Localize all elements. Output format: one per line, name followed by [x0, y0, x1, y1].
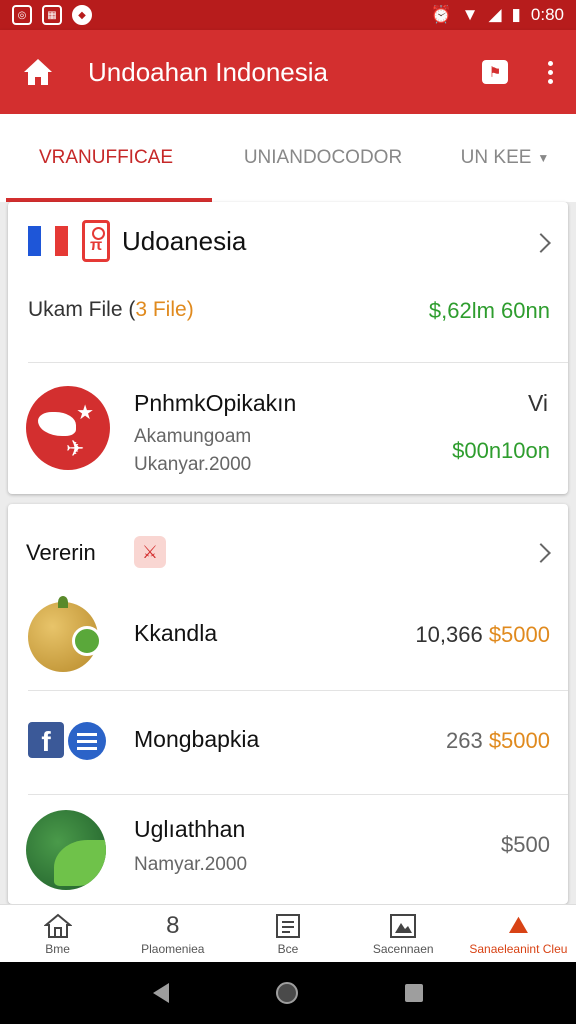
- item-values: 263 $5000: [445, 728, 550, 753]
- document-icon: [68, 722, 106, 760]
- nav-numbers[interactable]: 8 Plaomeniea: [115, 905, 230, 962]
- app-bar: Undoahan Indonesia ⚑: [0, 30, 576, 114]
- nav-hiking[interactable]: ⛰ Sanaeleanint Cleu: [461, 905, 576, 962]
- home-icon: [24, 59, 52, 85]
- item-subtitle: Akamungoam: [134, 426, 252, 447]
- more-options-button[interactable]: [544, 60, 556, 84]
- flag-icon: [28, 226, 68, 256]
- bottom-navigation: Bme 8 Plaomeniea Bce Sacennaen ⛰ Sanaele…: [0, 904, 576, 962]
- status-bar: ◎ ▦ ◆ ⏰ ▼ ◢ ▮ 0:80: [0, 0, 576, 30]
- wifi-icon: ▼: [461, 5, 479, 24]
- fruit-icon: [28, 596, 102, 672]
- item-name: PnhmkOpikakın: [134, 390, 297, 416]
- tab-unkee[interactable]: UN KEE ▼: [434, 114, 576, 202]
- chevron-right-icon: [531, 233, 551, 253]
- file-label: Ukam File (3 File): [28, 298, 194, 321]
- signal-icon: ◢: [488, 5, 502, 24]
- list-card-header[interactable]: Vererin ⚔: [8, 504, 568, 594]
- tag-icon: [82, 220, 110, 262]
- summary-title: Udoanesia: [122, 226, 247, 256]
- messenger-icon: ◆: [72, 5, 92, 25]
- list-item[interactable]: Uglıathhan Namyar.2000 $500: [8, 794, 568, 898]
- social-icons: f: [28, 722, 106, 760]
- globe-leaf-icon: [26, 810, 106, 890]
- tab-bar: VRANUFFICAE UNIANDOCODOR UN KEE ▼: [0, 114, 576, 202]
- page-title: Undoahan Indonesia: [88, 56, 328, 87]
- home-icon: [43, 912, 72, 940]
- list-title: Vererin: [26, 540, 96, 565]
- chevron-right-icon: [531, 543, 551, 563]
- tab-uniandocodor[interactable]: UNIANDOCODOR: [212, 114, 434, 202]
- battery-icon: ▮: [511, 5, 521, 24]
- document-icon: [275, 912, 301, 940]
- home-button[interactable]: [20, 54, 56, 90]
- number-icon: 8: [166, 911, 180, 939]
- item-date: Namyar.2000: [134, 854, 248, 875]
- summary-card: Udoanesia Ukam File (3 File) $,62lm 60nn…: [8, 202, 568, 494]
- item-values: 10,366 $5000: [415, 622, 550, 647]
- image-icon: [389, 912, 417, 940]
- hiker-icon: ⛰: [508, 911, 529, 939]
- item-date: Ukanyar.2000: [134, 454, 252, 475]
- recent-apps-icon[interactable]: [404, 984, 423, 1002]
- item-name: Kkandla: [134, 620, 218, 646]
- map-logo-icon: ★ ✈: [26, 386, 110, 470]
- pin-icon: ⚔: [134, 536, 166, 568]
- divider: [28, 362, 568, 363]
- clock: 0:80: [530, 5, 564, 24]
- home-circle-icon[interactable]: [275, 982, 298, 1004]
- nav-documents[interactable]: Bce: [230, 905, 345, 962]
- item-name: Uglıathhan: [134, 816, 246, 842]
- back-icon[interactable]: [153, 983, 170, 1003]
- tab-vranufficae[interactable]: VRANUFFICAE: [0, 114, 212, 202]
- system-navigation: [0, 962, 576, 1024]
- summary-card-header[interactable]: Udoanesia: [8, 202, 568, 282]
- nav-images[interactable]: Sacennaen: [346, 905, 461, 962]
- item-price: $500: [501, 832, 550, 857]
- instagram-icon: ◎: [12, 5, 32, 25]
- item-badge: Vi: [527, 390, 548, 416]
- item-amount: $00n10on: [452, 438, 550, 463]
- list-item[interactable]: f Mongbapkia 263 $5000: [8, 690, 568, 794]
- list-item[interactable]: Kkandla 10,366 $5000: [8, 584, 568, 688]
- nav-home[interactable]: Bme: [0, 905, 115, 962]
- item-name: Mongbapkia: [134, 726, 260, 752]
- list-card: Vererin ⚔ Kkandla 10,366 $5000 f Mongbap…: [8, 504, 568, 904]
- news-icon: ▦: [42, 5, 62, 25]
- list-item[interactable]: ★ ✈ PnhmkOpikakın Akamungoam Ukanyar.200…: [8, 364, 568, 494]
- file-amount: $,62lm 60nn: [428, 298, 550, 323]
- bookmark-button[interactable]: ⚑: [482, 60, 508, 84]
- facebook-icon: f: [28, 722, 64, 758]
- bookmark-icon: ⚑: [488, 63, 502, 80]
- chevron-down-icon: ▼: [537, 151, 550, 165]
- alarm-icon: ⏰: [430, 5, 452, 24]
